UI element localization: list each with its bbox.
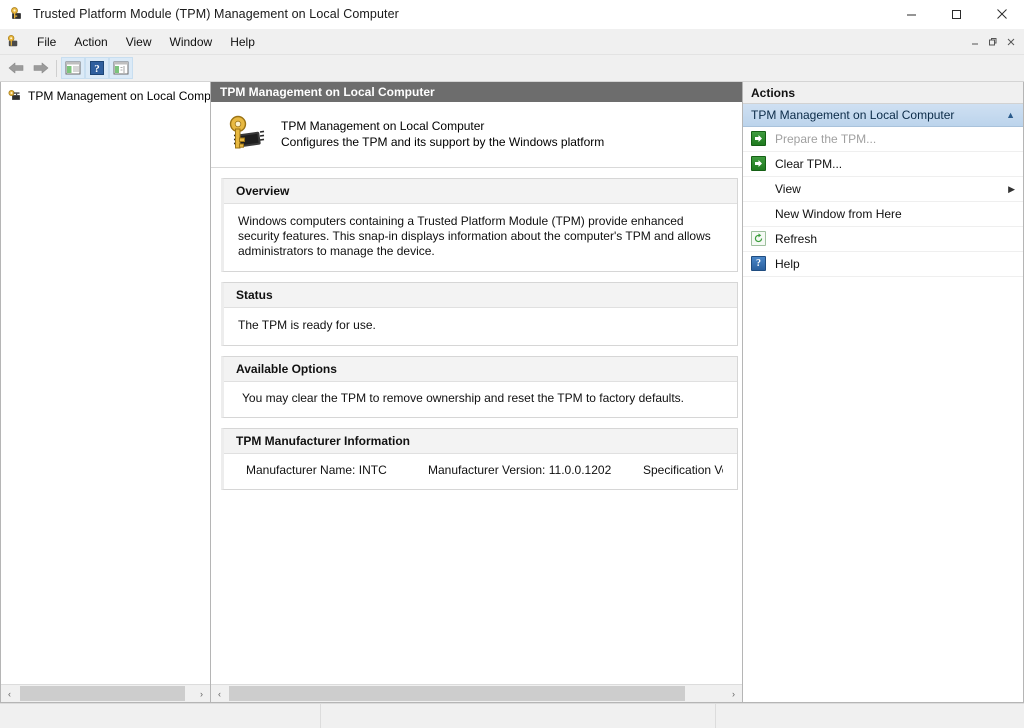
section-status-body: The TPM is ready for use. bbox=[238, 318, 376, 332]
manufacturer-info-row: Manufacturer Name: INTC Manufacturer Ver… bbox=[242, 463, 723, 478]
mdi-minimize-button[interactable] bbox=[966, 33, 984, 50]
details-horizontal-scrollbar[interactable]: ‹ › bbox=[211, 684, 742, 702]
menu-item-file[interactable]: File bbox=[28, 32, 65, 52]
action-view[interactable]: View ▶ bbox=[743, 177, 1023, 202]
section-available-options-body: You may clear the TPM to remove ownershi… bbox=[242, 391, 684, 405]
no-icon-placeholder bbox=[751, 206, 767, 222]
tpm-key-chip-icon bbox=[9, 6, 25, 22]
action-label: View bbox=[775, 182, 801, 196]
mdi-close-button[interactable] bbox=[1002, 33, 1020, 50]
actions-group-header[interactable]: TPM Management on Local Computer ▲ bbox=[743, 104, 1023, 127]
actions-group-label: TPM Management on Local Computer bbox=[751, 108, 955, 122]
window-controls bbox=[889, 0, 1024, 28]
scroll-thumb[interactable] bbox=[20, 686, 185, 701]
no-icon-placeholder bbox=[751, 181, 767, 197]
details-pane: TPM Management on Local Computer TPM Man… bbox=[211, 82, 743, 703]
section-overview: Overview Windows computers containing a … bbox=[221, 178, 738, 272]
title-bar: Trusted Platform Module (TPM) Management… bbox=[0, 0, 1024, 29]
status-segment-1 bbox=[0, 704, 321, 728]
console-tree: TPM Management on Local Compu bbox=[1, 82, 210, 684]
actions-pane-title: Actions bbox=[743, 82, 1023, 104]
back-button[interactable] bbox=[4, 57, 28, 79]
refresh-icon bbox=[751, 231, 767, 247]
scroll-thumb[interactable] bbox=[229, 686, 685, 701]
green-arrow-icon bbox=[751, 131, 767, 147]
show-hide-tree-button[interactable] bbox=[61, 57, 85, 79]
menu-bar: File Action View Window Help bbox=[0, 29, 1024, 55]
status-bar bbox=[0, 703, 1024, 728]
svg-text:?: ? bbox=[94, 63, 100, 75]
snapin-header: TPM Management on Local Computer Configu… bbox=[211, 103, 742, 168]
action-label: Clear TPM... bbox=[775, 157, 843, 171]
specification-version-label: Specification Version: bbox=[643, 463, 723, 477]
section-status-heading: Status bbox=[224, 283, 737, 308]
action-prepare-the-tpm[interactable]: Prepare the TPM... bbox=[743, 127, 1023, 152]
section-available-options-heading: Available Options bbox=[224, 357, 737, 382]
tpm-management-window: Trusted Platform Module (TPM) Management… bbox=[0, 0, 1024, 728]
menu-item-view[interactable]: View bbox=[117, 32, 161, 52]
help-icon: ? bbox=[751, 256, 767, 272]
scroll-left-arrow-icon[interactable]: ‹ bbox=[211, 685, 228, 702]
snapin-title: TPM Management on Local Computer bbox=[281, 119, 485, 133]
action-label: Help bbox=[775, 257, 800, 271]
scroll-right-arrow-icon[interactable]: › bbox=[725, 685, 742, 702]
status-segment-3 bbox=[716, 704, 1024, 728]
status-segment-2 bbox=[321, 704, 716, 728]
section-available-options: Available Options You may clear the TPM … bbox=[221, 356, 738, 418]
actions-pane: Actions TPM Management on Local Computer… bbox=[743, 82, 1024, 703]
manufacturer-name-field: Manufacturer Name: INTC bbox=[246, 463, 428, 478]
menu-item-action[interactable]: Action bbox=[65, 32, 116, 52]
section-manufacturer-body: Manufacturer Name: INTC Manufacturer Ver… bbox=[224, 454, 737, 489]
close-button[interactable] bbox=[979, 0, 1024, 28]
section-status: Status The TPM is ready for use. bbox=[221, 282, 738, 346]
section-overview-heading: Overview bbox=[224, 179, 737, 204]
menu-item-help[interactable]: Help bbox=[221, 32, 264, 52]
tpm-key-chip-icon bbox=[225, 113, 267, 155]
menu-item-window[interactable]: Window bbox=[161, 32, 222, 52]
green-arrow-icon bbox=[751, 156, 767, 172]
manufacturer-version-field: Manufacturer Version: 11.0.0.1202 bbox=[428, 463, 643, 478]
forward-button[interactable] bbox=[28, 57, 52, 79]
details-pane-body: TPM Management on Local Computer Configu… bbox=[211, 103, 742, 684]
pane-container: TPM Management on Local Compu ‹ › TPM Ma… bbox=[0, 82, 1024, 703]
snapin-subtitle: Configures the TPM and its support by th… bbox=[281, 135, 605, 149]
tree-item-label: TPM Management on Local Compu bbox=[28, 88, 210, 103]
console-tree-pane: TPM Management on Local Compu ‹ › bbox=[0, 82, 211, 703]
scroll-track[interactable] bbox=[18, 685, 193, 702]
tpm-key-chip-icon bbox=[7, 88, 23, 104]
console-icon bbox=[6, 34, 21, 49]
tree-horizontal-scrollbar[interactable]: ‹ › bbox=[1, 684, 210, 702]
mdi-window-controls bbox=[966, 33, 1024, 50]
show-hide-action-pane-button[interactable] bbox=[109, 57, 133, 79]
mdi-restore-button[interactable] bbox=[984, 33, 1002, 50]
manufacturer-name-value: INTC bbox=[358, 463, 387, 477]
specification-version-field: Specification Version: 2. bbox=[643, 463, 723, 478]
help-button[interactable]: ? bbox=[85, 57, 109, 79]
action-label: New Window from Here bbox=[775, 207, 902, 221]
maximize-button[interactable] bbox=[934, 0, 979, 28]
toolbar: ? bbox=[0, 55, 1024, 82]
toolbar-separator bbox=[56, 59, 57, 77]
tree-item-tpm-management[interactable]: TPM Management on Local Compu bbox=[1, 86, 210, 105]
action-help[interactable]: ? Help bbox=[743, 252, 1023, 277]
section-manufacturer-info: TPM Manufacturer Information Manufacture… bbox=[221, 428, 738, 490]
manufacturer-name-label: Manufacturer Name: bbox=[246, 463, 356, 477]
chevron-up-icon[interactable]: ▲ bbox=[1006, 110, 1015, 120]
scroll-right-arrow-icon[interactable]: › bbox=[193, 685, 210, 702]
action-label: Prepare the TPM... bbox=[775, 132, 877, 146]
details-pane-header: TPM Management on Local Computer bbox=[211, 82, 742, 103]
manufacturer-version-value: 11.0.0.1202 bbox=[548, 463, 612, 477]
action-refresh[interactable]: Refresh bbox=[743, 227, 1023, 252]
minimize-button[interactable] bbox=[889, 0, 934, 28]
scroll-track[interactable] bbox=[228, 685, 725, 702]
window-title: Trusted Platform Module (TPM) Management… bbox=[33, 7, 399, 21]
submenu-arrow-icon[interactable]: ▶ bbox=[1008, 184, 1015, 195]
section-manufacturer-heading: TPM Manufacturer Information bbox=[224, 429, 737, 454]
scroll-left-arrow-icon[interactable]: ‹ bbox=[1, 685, 18, 702]
action-label: Refresh bbox=[775, 232, 818, 246]
action-new-window-from-here[interactable]: New Window from Here bbox=[743, 202, 1023, 227]
action-clear-tpm[interactable]: Clear TPM... bbox=[743, 152, 1023, 177]
manufacturer-version-label: Manufacturer Version: bbox=[428, 463, 546, 477]
section-overview-body: Windows computers containing a Trusted P… bbox=[238, 214, 711, 258]
